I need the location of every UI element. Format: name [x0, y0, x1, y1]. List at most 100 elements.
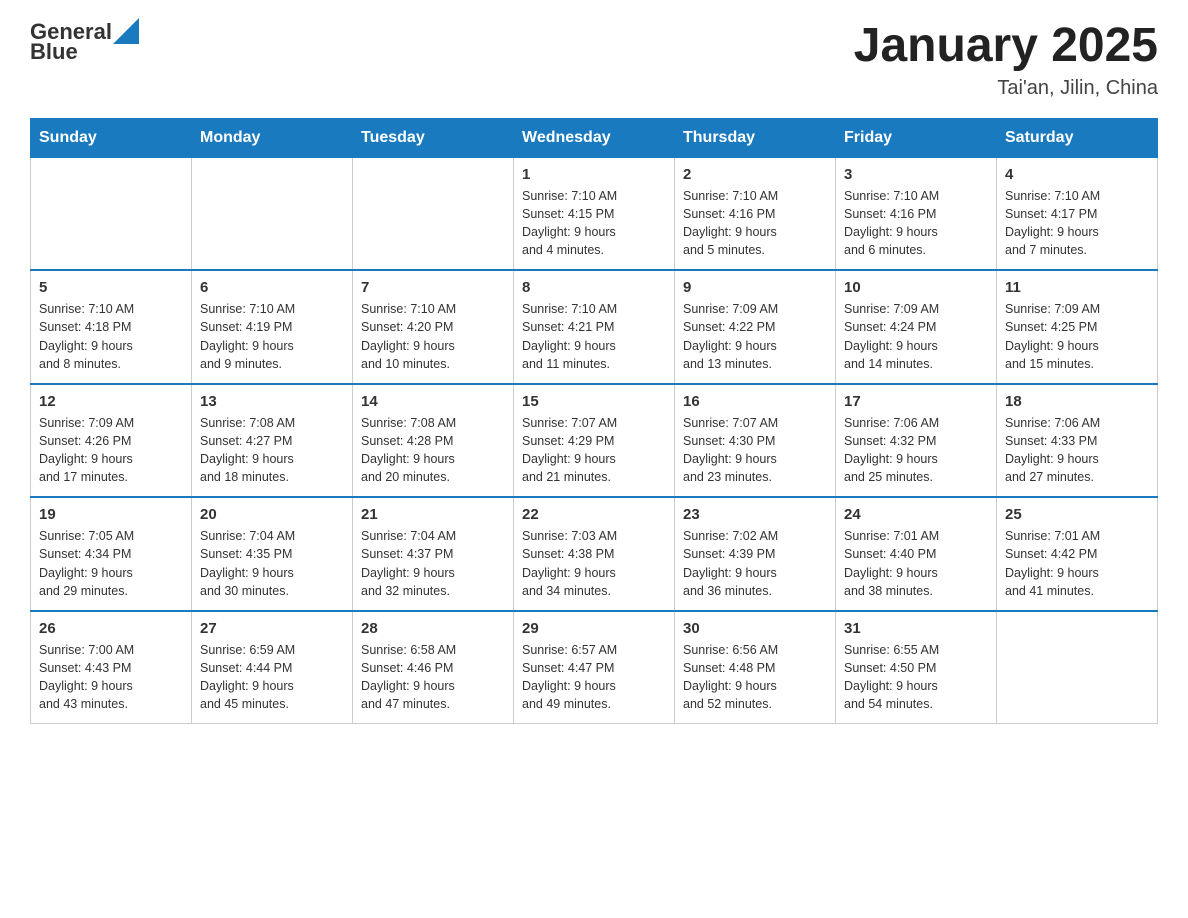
day-info: Sunrise: 7:10 AM Sunset: 4:18 PM Dayligh…: [39, 300, 183, 373]
day-number: 2: [683, 166, 827, 183]
day-info: Sunrise: 7:04 AM Sunset: 4:37 PM Dayligh…: [361, 527, 505, 600]
calendar-week-4: 19 Sunrise: 7:05 AM Sunset: 4:34 PM Dayli…: [31, 497, 1158, 611]
calendar-week-5: 26 Sunrise: 7:00 AM Sunset: 4:43 PM Dayli…: [31, 611, 1158, 724]
day-number: 22: [522, 506, 666, 523]
day-number: 21: [361, 506, 505, 523]
calendar-week-3: 12 Sunrise: 7:09 AM Sunset: 4:26 PM Dayli…: [31, 384, 1158, 498]
day-number: 24: [844, 506, 988, 523]
calendar-cell: 22 Sunrise: 7:03 AM Sunset: 4:38 PM Dayli…: [514, 497, 675, 611]
day-info: Sunrise: 7:09 AM Sunset: 4:25 PM Dayligh…: [1005, 300, 1149, 373]
day-info: Sunrise: 7:08 AM Sunset: 4:28 PM Dayligh…: [361, 414, 505, 487]
day-info: Sunrise: 6:57 AM Sunset: 4:47 PM Dayligh…: [522, 641, 666, 714]
day-info: Sunrise: 7:06 AM Sunset: 4:33 PM Dayligh…: [1005, 414, 1149, 487]
calendar-cell: 20 Sunrise: 7:04 AM Sunset: 4:35 PM Dayli…: [192, 497, 353, 611]
calendar-cell: 30 Sunrise: 6:56 AM Sunset: 4:48 PM Dayli…: [675, 611, 836, 724]
day-info: Sunrise: 7:10 AM Sunset: 4:16 PM Dayligh…: [844, 187, 988, 260]
calendar-cell: 11 Sunrise: 7:09 AM Sunset: 4:25 PM Dayli…: [997, 270, 1158, 384]
day-info: Sunrise: 7:04 AM Sunset: 4:35 PM Dayligh…: [200, 527, 344, 600]
day-info: Sunrise: 6:55 AM Sunset: 4:50 PM Dayligh…: [844, 641, 988, 714]
day-info: Sunrise: 7:10 AM Sunset: 4:16 PM Dayligh…: [683, 187, 827, 260]
day-info: Sunrise: 7:10 AM Sunset: 4:19 PM Dayligh…: [200, 300, 344, 373]
day-info: Sunrise: 6:59 AM Sunset: 4:44 PM Dayligh…: [200, 641, 344, 714]
calendar-cell: 7 Sunrise: 7:10 AM Sunset: 4:20 PM Daylig…: [353, 270, 514, 384]
calendar-cell: 21 Sunrise: 7:04 AM Sunset: 4:37 PM Dayli…: [353, 497, 514, 611]
day-number: 5: [39, 279, 183, 296]
day-info: Sunrise: 7:09 AM Sunset: 4:22 PM Dayligh…: [683, 300, 827, 373]
calendar-cell: 9 Sunrise: 7:09 AM Sunset: 4:22 PM Daylig…: [675, 270, 836, 384]
day-info: Sunrise: 7:06 AM Sunset: 4:32 PM Dayligh…: [844, 414, 988, 487]
calendar-cell: 24 Sunrise: 7:01 AM Sunset: 4:40 PM Dayli…: [836, 497, 997, 611]
page-header: General Blue January 2025 Tai'an, Jilin,…: [30, 20, 1158, 100]
day-number: 3: [844, 166, 988, 183]
calendar-cell: 27Sunrise: 6:59 AM Sunset: 4:44 PM Dayli…: [192, 611, 353, 724]
day-number: 11: [1005, 279, 1149, 296]
day-number: 19: [39, 506, 183, 523]
day-number: 30: [683, 620, 827, 637]
day-info: Sunrise: 7:03 AM Sunset: 4:38 PM Dayligh…: [522, 527, 666, 600]
calendar-header-row: SundayMondayTuesdayWednesdayThursdayFrid…: [31, 118, 1158, 157]
logo-blue: Blue: [30, 39, 78, 64]
day-number: 23: [683, 506, 827, 523]
day-info: Sunrise: 7:01 AM Sunset: 4:40 PM Dayligh…: [844, 527, 988, 600]
day-number: 20: [200, 506, 344, 523]
day-number: 10: [844, 279, 988, 296]
day-info: Sunrise: 6:56 AM Sunset: 4:48 PM Dayligh…: [683, 641, 827, 714]
day-info: Sunrise: 7:09 AM Sunset: 4:26 PM Dayligh…: [39, 414, 183, 487]
weekday-header-thursday: Thursday: [675, 118, 836, 157]
calendar-cell: 16Sunrise: 7:07 AM Sunset: 4:30 PM Dayli…: [675, 384, 836, 498]
day-info: Sunrise: 7:10 AM Sunset: 4:21 PM Dayligh…: [522, 300, 666, 373]
day-info: Sunrise: 7:09 AM Sunset: 4:24 PM Dayligh…: [844, 300, 988, 373]
day-number: 4: [1005, 166, 1149, 183]
calendar-week-1: 1 Sunrise: 7:10 AM Sunset: 4:15 PM Daylig…: [31, 157, 1158, 270]
day-number: 6: [200, 279, 344, 296]
day-number: 31: [844, 620, 988, 637]
calendar-cell: 23Sunrise: 7:02 AM Sunset: 4:39 PM Dayli…: [675, 497, 836, 611]
day-number: 14: [361, 393, 505, 410]
weekday-header-monday: Monday: [192, 118, 353, 157]
calendar-cell: 29 Sunrise: 6:57 AM Sunset: 4:47 PM Dayli…: [514, 611, 675, 724]
day-number: 15: [522, 393, 666, 410]
page-subtitle: Tai'an, Jilin, China: [854, 77, 1158, 100]
calendar-cell: [997, 611, 1158, 724]
calendar-cell: 3 Sunrise: 7:10 AM Sunset: 4:16 PM Daylig…: [836, 157, 997, 270]
day-info: Sunrise: 7:07 AM Sunset: 4:30 PM Dayligh…: [683, 414, 827, 487]
day-info: Sunrise: 7:08 AM Sunset: 4:27 PM Dayligh…: [200, 414, 344, 487]
weekday-header-saturday: Saturday: [997, 118, 1158, 157]
calendar-cell: [31, 157, 192, 270]
day-info: Sunrise: 7:01 AM Sunset: 4:42 PM Dayligh…: [1005, 527, 1149, 600]
day-info: Sunrise: 7:10 AM Sunset: 4:20 PM Dayligh…: [361, 300, 505, 373]
calendar-cell: 5 Sunrise: 7:10 AM Sunset: 4:18 PM Daylig…: [31, 270, 192, 384]
day-number: 1: [522, 166, 666, 183]
day-number: 12: [39, 393, 183, 410]
calendar-cell: 31 Sunrise: 6:55 AM Sunset: 4:50 PM Dayli…: [836, 611, 997, 724]
calendar-table: SundayMondayTuesdayWednesdayThursdayFrid…: [30, 118, 1158, 725]
calendar-cell: 2 Sunrise: 7:10 AM Sunset: 4:16 PM Daylig…: [675, 157, 836, 270]
day-number: 29: [522, 620, 666, 637]
calendar-cell: 17Sunrise: 7:06 AM Sunset: 4:32 PM Dayli…: [836, 384, 997, 498]
day-number: 26: [39, 620, 183, 637]
calendar-cell: 6 Sunrise: 7:10 AM Sunset: 4:19 PM Daylig…: [192, 270, 353, 384]
calendar-cell: 25 Sunrise: 7:01 AM Sunset: 4:42 PM Dayli…: [997, 497, 1158, 611]
logo: General Blue: [30, 20, 139, 64]
calendar-cell: 19 Sunrise: 7:05 AM Sunset: 4:34 PM Dayli…: [31, 497, 192, 611]
day-info: Sunrise: 7:10 AM Sunset: 4:15 PM Dayligh…: [522, 187, 666, 260]
calendar-cell: [353, 157, 514, 270]
weekday-header-sunday: Sunday: [31, 118, 192, 157]
calendar-cell: 1 Sunrise: 7:10 AM Sunset: 4:15 PM Daylig…: [514, 157, 675, 270]
calendar-cell: 28Sunrise: 6:58 AM Sunset: 4:46 PM Dayli…: [353, 611, 514, 724]
weekday-header-tuesday: Tuesday: [353, 118, 514, 157]
logo-icon: [113, 18, 139, 44]
day-info: Sunrise: 7:05 AM Sunset: 4:34 PM Dayligh…: [39, 527, 183, 600]
day-info: Sunrise: 6:58 AM Sunset: 4:46 PM Dayligh…: [361, 641, 505, 714]
day-number: 25: [1005, 506, 1149, 523]
title-block: January 2025 Tai'an, Jilin, China: [854, 20, 1158, 100]
calendar-cell: 15Sunrise: 7:07 AM Sunset: 4:29 PM Dayli…: [514, 384, 675, 498]
day-number: 9: [683, 279, 827, 296]
day-info: Sunrise: 7:00 AM Sunset: 4:43 PM Dayligh…: [39, 641, 183, 714]
day-number: 7: [361, 279, 505, 296]
day-number: 18: [1005, 393, 1149, 410]
day-number: 8: [522, 279, 666, 296]
calendar-cell: 26 Sunrise: 7:00 AM Sunset: 4:43 PM Dayli…: [31, 611, 192, 724]
day-info: Sunrise: 7:10 AM Sunset: 4:17 PM Dayligh…: [1005, 187, 1149, 260]
day-number: 13: [200, 393, 344, 410]
